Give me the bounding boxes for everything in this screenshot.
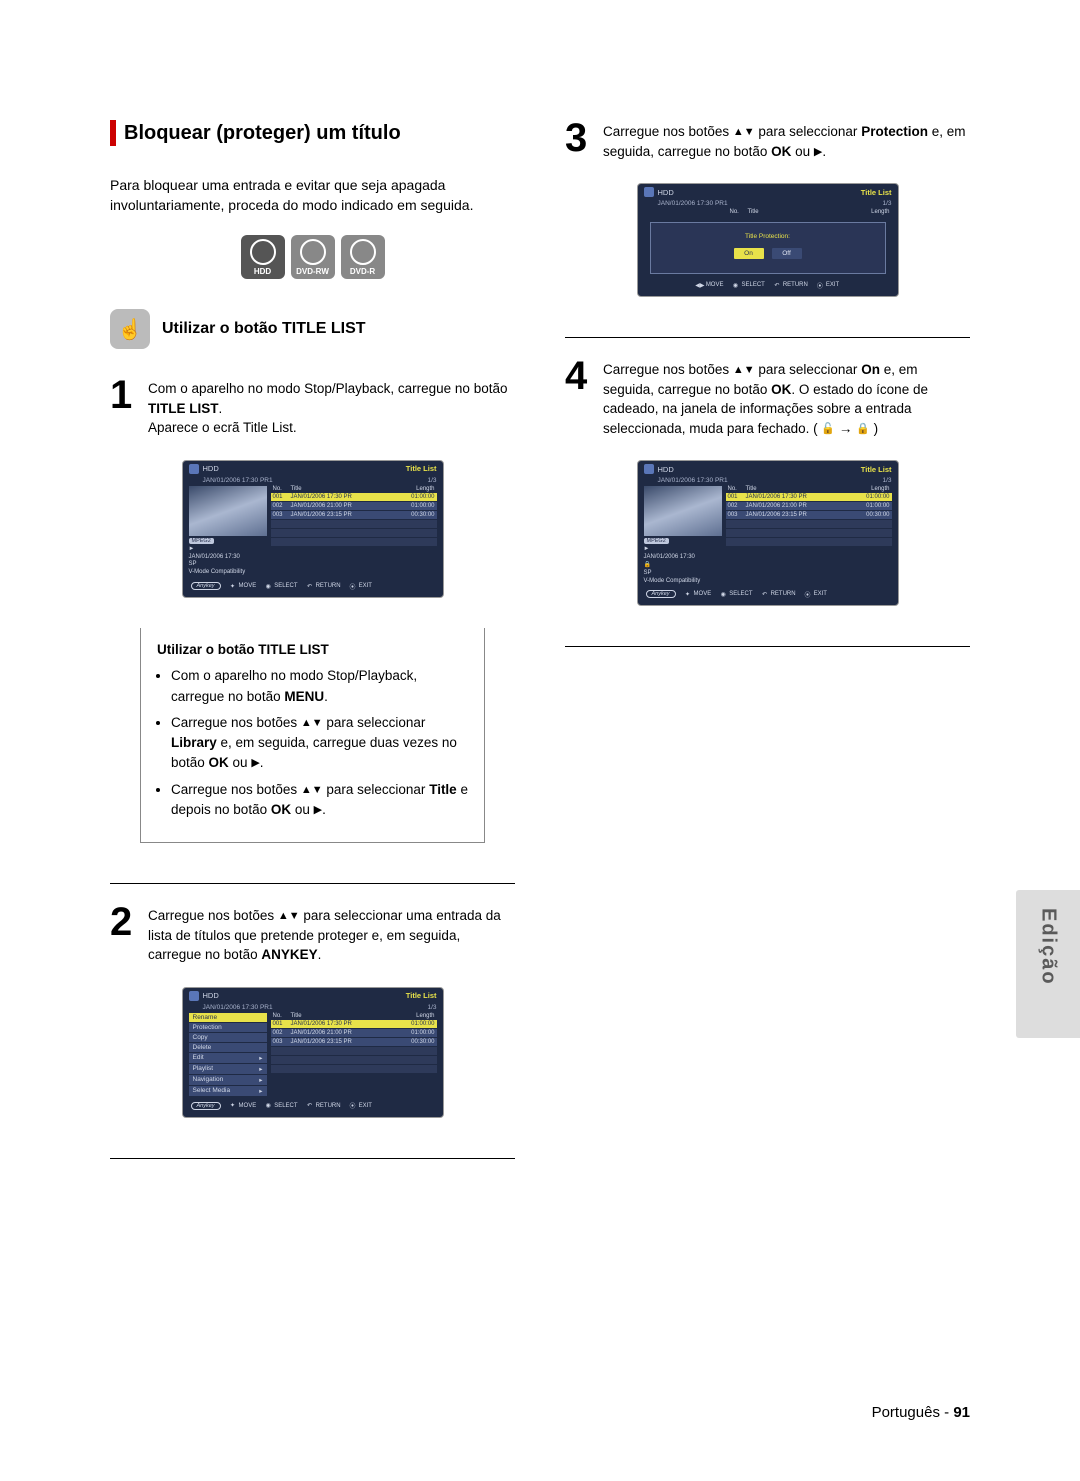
step-1-number: 1	[110, 377, 138, 438]
divider	[110, 1158, 515, 1159]
subheading: Utilizar o botão TITLE LIST	[162, 320, 366, 338]
step-3: 3 Carregue nos botões ▲▼ para selecciona…	[565, 120, 970, 161]
section-title: Bloquear (proteger) um título	[124, 122, 401, 145]
chapter-side-tab: Edição	[1016, 890, 1080, 1038]
hdd-label: HDD	[254, 267, 271, 276]
hdd-icon: HDD	[241, 235, 285, 279]
protect-on-btn: On	[734, 248, 764, 259]
step-2: 2 Carregue nos botões ▲▼ para selecciona…	[110, 904, 515, 965]
step-3-number: 3	[565, 120, 593, 161]
divider	[565, 646, 970, 647]
section-title-row: Bloquear (proteger) um título	[110, 120, 515, 146]
osd-screenshot-3: HDD Title List JAN/01/2006 17:30 PR11/3 …	[637, 183, 899, 297]
page-footer: Português - 91	[872, 1404, 970, 1421]
inset-bullet-1: Com o aparelho no modo Stop/Playback, ca…	[171, 666, 468, 707]
step-4-number: 4	[565, 358, 593, 438]
dvd-r-label: DVD-R	[350, 267, 375, 276]
dvd-rw-icon: DVD-RW	[291, 235, 335, 279]
step-4: 4 Carregue nos botões ▲▼ para selecciona…	[565, 358, 970, 438]
step-1-body: Com o aparelho no modo Stop/Playback, ca…	[148, 377, 515, 438]
remote-button-icon: ☝	[110, 309, 150, 349]
protect-off-btn: Off	[772, 248, 802, 259]
step-2-body: Carregue nos botões ▲▼ para seleccionar …	[148, 904, 515, 965]
side-tab-label: Edição	[1037, 908, 1060, 986]
protect-label: Title Protection:	[657, 233, 879, 240]
osd-thumbnail	[189, 486, 267, 536]
inset-bullet-3: Carregue nos botões ▲▼ para seleccionar …	[171, 780, 468, 821]
osd-screenshot-2: HDD Title List JAN/01/2006 17:30 PR11/3 …	[182, 987, 444, 1118]
step-4-body: Carregue nos botões ▲▼ para seleccionar …	[603, 358, 970, 438]
step-3-body: Carregue nos botões ▲▼ para seleccionar …	[603, 120, 970, 161]
lock-icon: 🔒	[856, 422, 870, 438]
divider	[110, 883, 515, 884]
step-1: 1 Com o aparelho no modo Stop/Playback, …	[110, 377, 515, 438]
intro-text: Para bloquear uma entrada e evitar que s…	[110, 176, 515, 215]
dvd-rw-label: DVD-RW	[296, 267, 329, 276]
dvd-r-icon: DVD-R	[341, 235, 385, 279]
anykey-pill: Anykey	[191, 582, 221, 590]
osd-screenshot-4: HDD Title List JAN/01/2006 17:30 PR11/3 …	[637, 460, 899, 606]
disc-icons-row: HDD DVD-RW DVD-R	[110, 235, 515, 279]
subheading-row: ☝ Utilizar o botão TITLE LIST	[110, 309, 515, 349]
step-2-number: 2	[110, 904, 138, 965]
inset-bullet-2: Carregue nos botões ▲▼ para seleccionar …	[171, 713, 468, 774]
divider	[565, 337, 970, 338]
inset-title: Utilizar o botão TITLE LIST	[157, 640, 468, 660]
hdd-osd-icon	[189, 464, 199, 474]
unlock-icon: 🔓	[821, 422, 835, 438]
osd-screenshot-1: HDD Title List JAN/01/2006 17:30 PR11/3 …	[182, 460, 444, 598]
section-accent-bar	[110, 120, 116, 146]
alt-method-box: Utilizar o botão TITLE LIST Com o aparel…	[140, 628, 485, 843]
